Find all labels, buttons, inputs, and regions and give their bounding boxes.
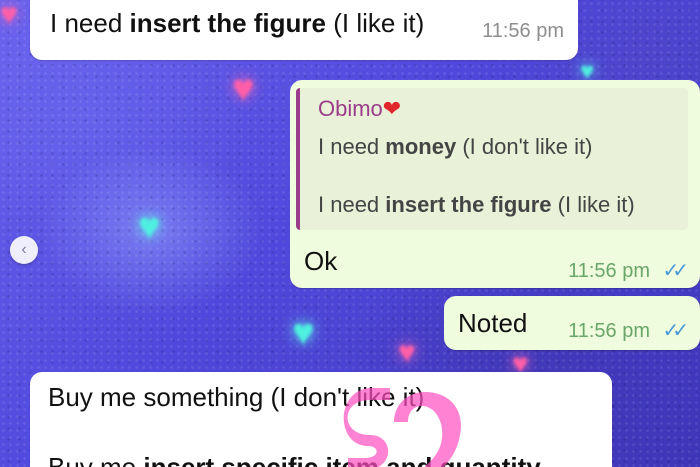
message-bubble-outgoing[interactable]: Obimo❤ I need money (I don't like it) I … — [290, 80, 700, 288]
message-bubble-incoming[interactable]: Buy me something (I don't like it) Buy m… — [30, 372, 612, 467]
message-bubble-incoming[interactable]: I need insert the figure (I like it) 11:… — [30, 0, 578, 60]
heart-decoration-icon: ♥ — [292, 312, 315, 354]
quote-line: I need insert the figure (I like it) — [318, 192, 635, 217]
heart-decoration-icon: ♥ — [0, 0, 18, 31]
heart-decoration-icon: ♥ — [138, 206, 161, 248]
red-heart-icon: ❤ — [382, 96, 402, 121]
heart-decoration-icon: ♥ — [232, 68, 255, 110]
message-text: Ok — [304, 246, 338, 276]
message-timestamp: 11:56 pm — [568, 320, 650, 342]
message-bubble-outgoing[interactable]: Noted 11:56 pm ✓✓ — [444, 296, 700, 350]
heart-decoration-icon: ♥ — [398, 336, 416, 369]
double-check-icon: ✓✓ — [662, 320, 688, 342]
message-timestamp: 11:56 pm — [568, 260, 650, 282]
chevron-left-icon[interactable]: ‹ — [10, 236, 38, 264]
quoted-reply[interactable]: Obimo❤ I need money (I don't like it) I … — [296, 88, 688, 230]
double-check-icon: ✓✓ — [662, 260, 688, 282]
message-text: I need insert the figure (I like it) — [50, 8, 425, 38]
watermark-logo — [343, 388, 461, 467]
message-timestamp: 11:56 pm — [482, 20, 564, 42]
quote-author: Obimo❤ — [318, 96, 402, 121]
quote-line: I need money (I don't like it) — [318, 134, 593, 159]
message-text: Noted — [458, 308, 528, 338]
